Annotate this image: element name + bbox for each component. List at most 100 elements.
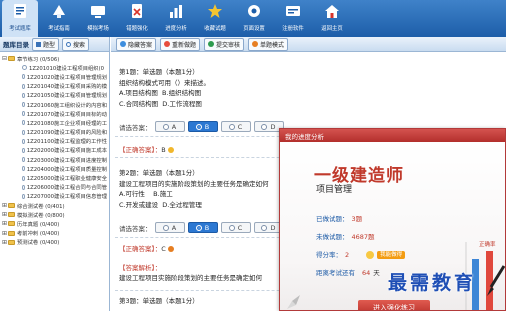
toolbar-button-label: 错题强化	[126, 25, 148, 32]
toolbar-button-guide[interactable]: 考试指南	[41, 0, 77, 37]
radio-icon	[22, 138, 25, 144]
radio-icon	[22, 74, 25, 80]
tree-label: 考前冲刺 (0/400)	[17, 231, 60, 238]
folder-icon	[8, 212, 15, 218]
answer-option-c[interactable]: C	[220, 121, 251, 132]
toolbar-button-label: 考试题库	[9, 25, 31, 32]
catalog-title: 题库目录	[3, 41, 29, 49]
question-1-stem: 组织结构模式可用（）来描述。	[119, 78, 210, 87]
question-toolbar: 隐藏答案 重新做题 提交审核 单题模式	[111, 37, 506, 52]
correct-label: 【正确答案】：	[119, 146, 162, 154]
tree-item[interactable]: 1Z202000建设工程项目施工成本	[2, 146, 107, 155]
tree-item[interactable]: 1Z201090建设工程项目的风险和	[2, 128, 107, 137]
radio-icon	[22, 157, 25, 163]
hide-answers-button[interactable]: 隐藏答案	[116, 37, 157, 51]
guide-icon	[53, 5, 65, 18]
chart-label: 正确率	[479, 242, 496, 248]
tree-label: 1Z202000建设工程项目施工成本	[26, 148, 107, 155]
redo-label: 重新做题	[172, 41, 197, 49]
radio-icon	[261, 224, 268, 231]
radio-icon	[162, 123, 169, 130]
tab-question-type[interactable]: 题型	[32, 37, 60, 51]
folder-icon	[8, 239, 15, 245]
search-icon	[66, 41, 72, 47]
answer-option-label: C	[237, 122, 243, 131]
tree-item[interactable]: 1Z201080施工企业项目经理的工	[2, 118, 107, 127]
tree-label: 历年真题 (0/400)	[17, 221, 60, 228]
tree-item[interactable]: 1Z204000建设工程项目质量控制	[2, 164, 107, 173]
toolbar-button-mock-exam[interactable]: 模拟考场	[80, 0, 116, 37]
answer-option-label: A	[171, 122, 177, 131]
done-label: 已做试题：	[316, 215, 349, 223]
question-1: 第1题：单选题（本题1分） 组织结构模式可用（）来描述。 A.项目结构图 B.组…	[119, 67, 210, 109]
radio-icon	[162, 224, 169, 231]
answer-option-b[interactable]: B	[187, 121, 218, 132]
tree-item[interactable]: 1Z201050建设工程项目管理规划	[2, 91, 107, 100]
correct-value: B	[161, 146, 166, 154]
question-2-explanation-text: 建设工程项目实施阶段策划的主要任务是确定如何	[119, 273, 262, 284]
single-mode-button[interactable]: 单题模式	[248, 37, 289, 51]
folder-icon	[8, 230, 15, 236]
tree-item[interactable]: 1Z201060施工组织设计的内容和	[2, 100, 107, 109]
exam-bank-icon	[14, 4, 26, 18]
tree-label: 模拟测试卷 (0/800)	[17, 212, 65, 219]
option-a: A.可行性	[119, 190, 145, 198]
tree-folder[interactable]: ⊞ 考前冲刺 (0/400)	[2, 229, 107, 238]
smile-icon	[167, 147, 174, 153]
tree-label: 1Z205000建设工程职业健康安全	[26, 176, 107, 183]
toolbar-button-label: 页面设置	[243, 25, 265, 32]
tree-item[interactable]: 1Z201070建设工程项目目标的动	[2, 109, 107, 118]
tree-item[interactable]: 1Z203000建设工程项目进度控制	[2, 155, 107, 164]
tree-item[interactable]: 1Z201010建设工程项目组织(0	[2, 63, 107, 72]
answer-option-c[interactable]: C	[220, 222, 251, 233]
tree-folder[interactable]: ⊞ 历年真题 (0/400)	[2, 219, 107, 228]
done-row: 已做试题： 3题	[316, 210, 405, 228]
tree-label: 预测试卷 (0/400)	[17, 240, 60, 247]
answer-option-a[interactable]: A	[154, 121, 185, 132]
radio-icon	[261, 123, 268, 130]
radio-icon	[22, 166, 25, 172]
brush-icon	[487, 265, 506, 296]
tree-label: 1Z201070建设工程项目目标的动	[26, 111, 107, 118]
days-unit: 天	[373, 269, 380, 277]
tree-label: 章节练习 (0/506)	[17, 56, 60, 63]
enter-practice-button[interactable]: 进入强化练习	[358, 300, 430, 310]
toolbar-button-gear[interactable]: 页面设置	[236, 0, 272, 37]
tree-item[interactable]: 1Z206000建设工程合同与合同管	[2, 183, 107, 192]
toolbar-button-home[interactable]: 返回主页	[314, 0, 350, 37]
question-1-options-cd: C.合同结构图 D.工作流程图	[119, 99, 210, 110]
tree-label: 1Z201060施工组织设计的内容和	[26, 102, 107, 109]
tree-item[interactable]: 1Z201100建设工程监理的工作性	[2, 137, 107, 146]
toolbar-button-wrong-questions[interactable]: 错题强化	[119, 0, 155, 37]
redo-button[interactable]: 重新做题	[160, 37, 201, 51]
tree-item[interactable]: 1Z207000建设工程项目信息管理	[2, 192, 107, 201]
tree-folder[interactable]: ⊟ 章节练习 (0/506)	[2, 54, 107, 63]
tab-search[interactable]: 搜索	[62, 37, 90, 51]
tree-folder[interactable]: ⊞ 模拟测试卷 (0/800)	[2, 210, 107, 219]
toolbar-button-exam-bank[interactable]: 考试题库	[2, 0, 38, 37]
answer-option-a[interactable]: A	[154, 222, 185, 233]
answer-option-b[interactable]: B	[187, 222, 218, 233]
tree-item[interactable]: 1Z205000建设工程职业健康安全	[2, 173, 107, 182]
hide-answers-label: 隐藏答案	[128, 41, 153, 49]
watermark-text: 最需教育	[388, 272, 477, 294]
toolbar-button-star[interactable]: 收藏试题	[197, 0, 233, 37]
submit-button[interactable]: 提交审核	[204, 37, 245, 51]
tree-item[interactable]: 1Z201040建设工程项目采购的模	[2, 82, 107, 91]
option-c: C.合同结构图	[119, 99, 159, 108]
star-icon	[208, 4, 222, 18]
tree-folder[interactable]: ⊞ 综合测试卷 (0/401)	[2, 201, 107, 210]
folder-icon	[8, 221, 15, 227]
rocket-icon	[287, 295, 300, 309]
radio-icon	[22, 111, 25, 117]
answer-prompt: 请选答案：	[119, 224, 152, 233]
answer-prompt: 请选答案：	[119, 123, 152, 132]
toolbar-button-progress-analysis[interactable]: 进度分析	[158, 0, 194, 37]
toolbar-button-label: 注册软件	[282, 25, 304, 32]
tree-label: 1Z201090建设工程项目的风险和	[26, 130, 107, 137]
tree-label: 1Z206000建设工程合同与合同管	[26, 185, 107, 192]
tree-folder[interactable]: ⊞ 预测试卷 (0/400)	[2, 238, 107, 247]
toolbar-button-register[interactable]: 注册软件	[275, 0, 311, 37]
tree-item[interactable]: 1Z201020建设工程项目管理规划	[2, 72, 107, 81]
score-label: 得分率：	[316, 251, 342, 259]
